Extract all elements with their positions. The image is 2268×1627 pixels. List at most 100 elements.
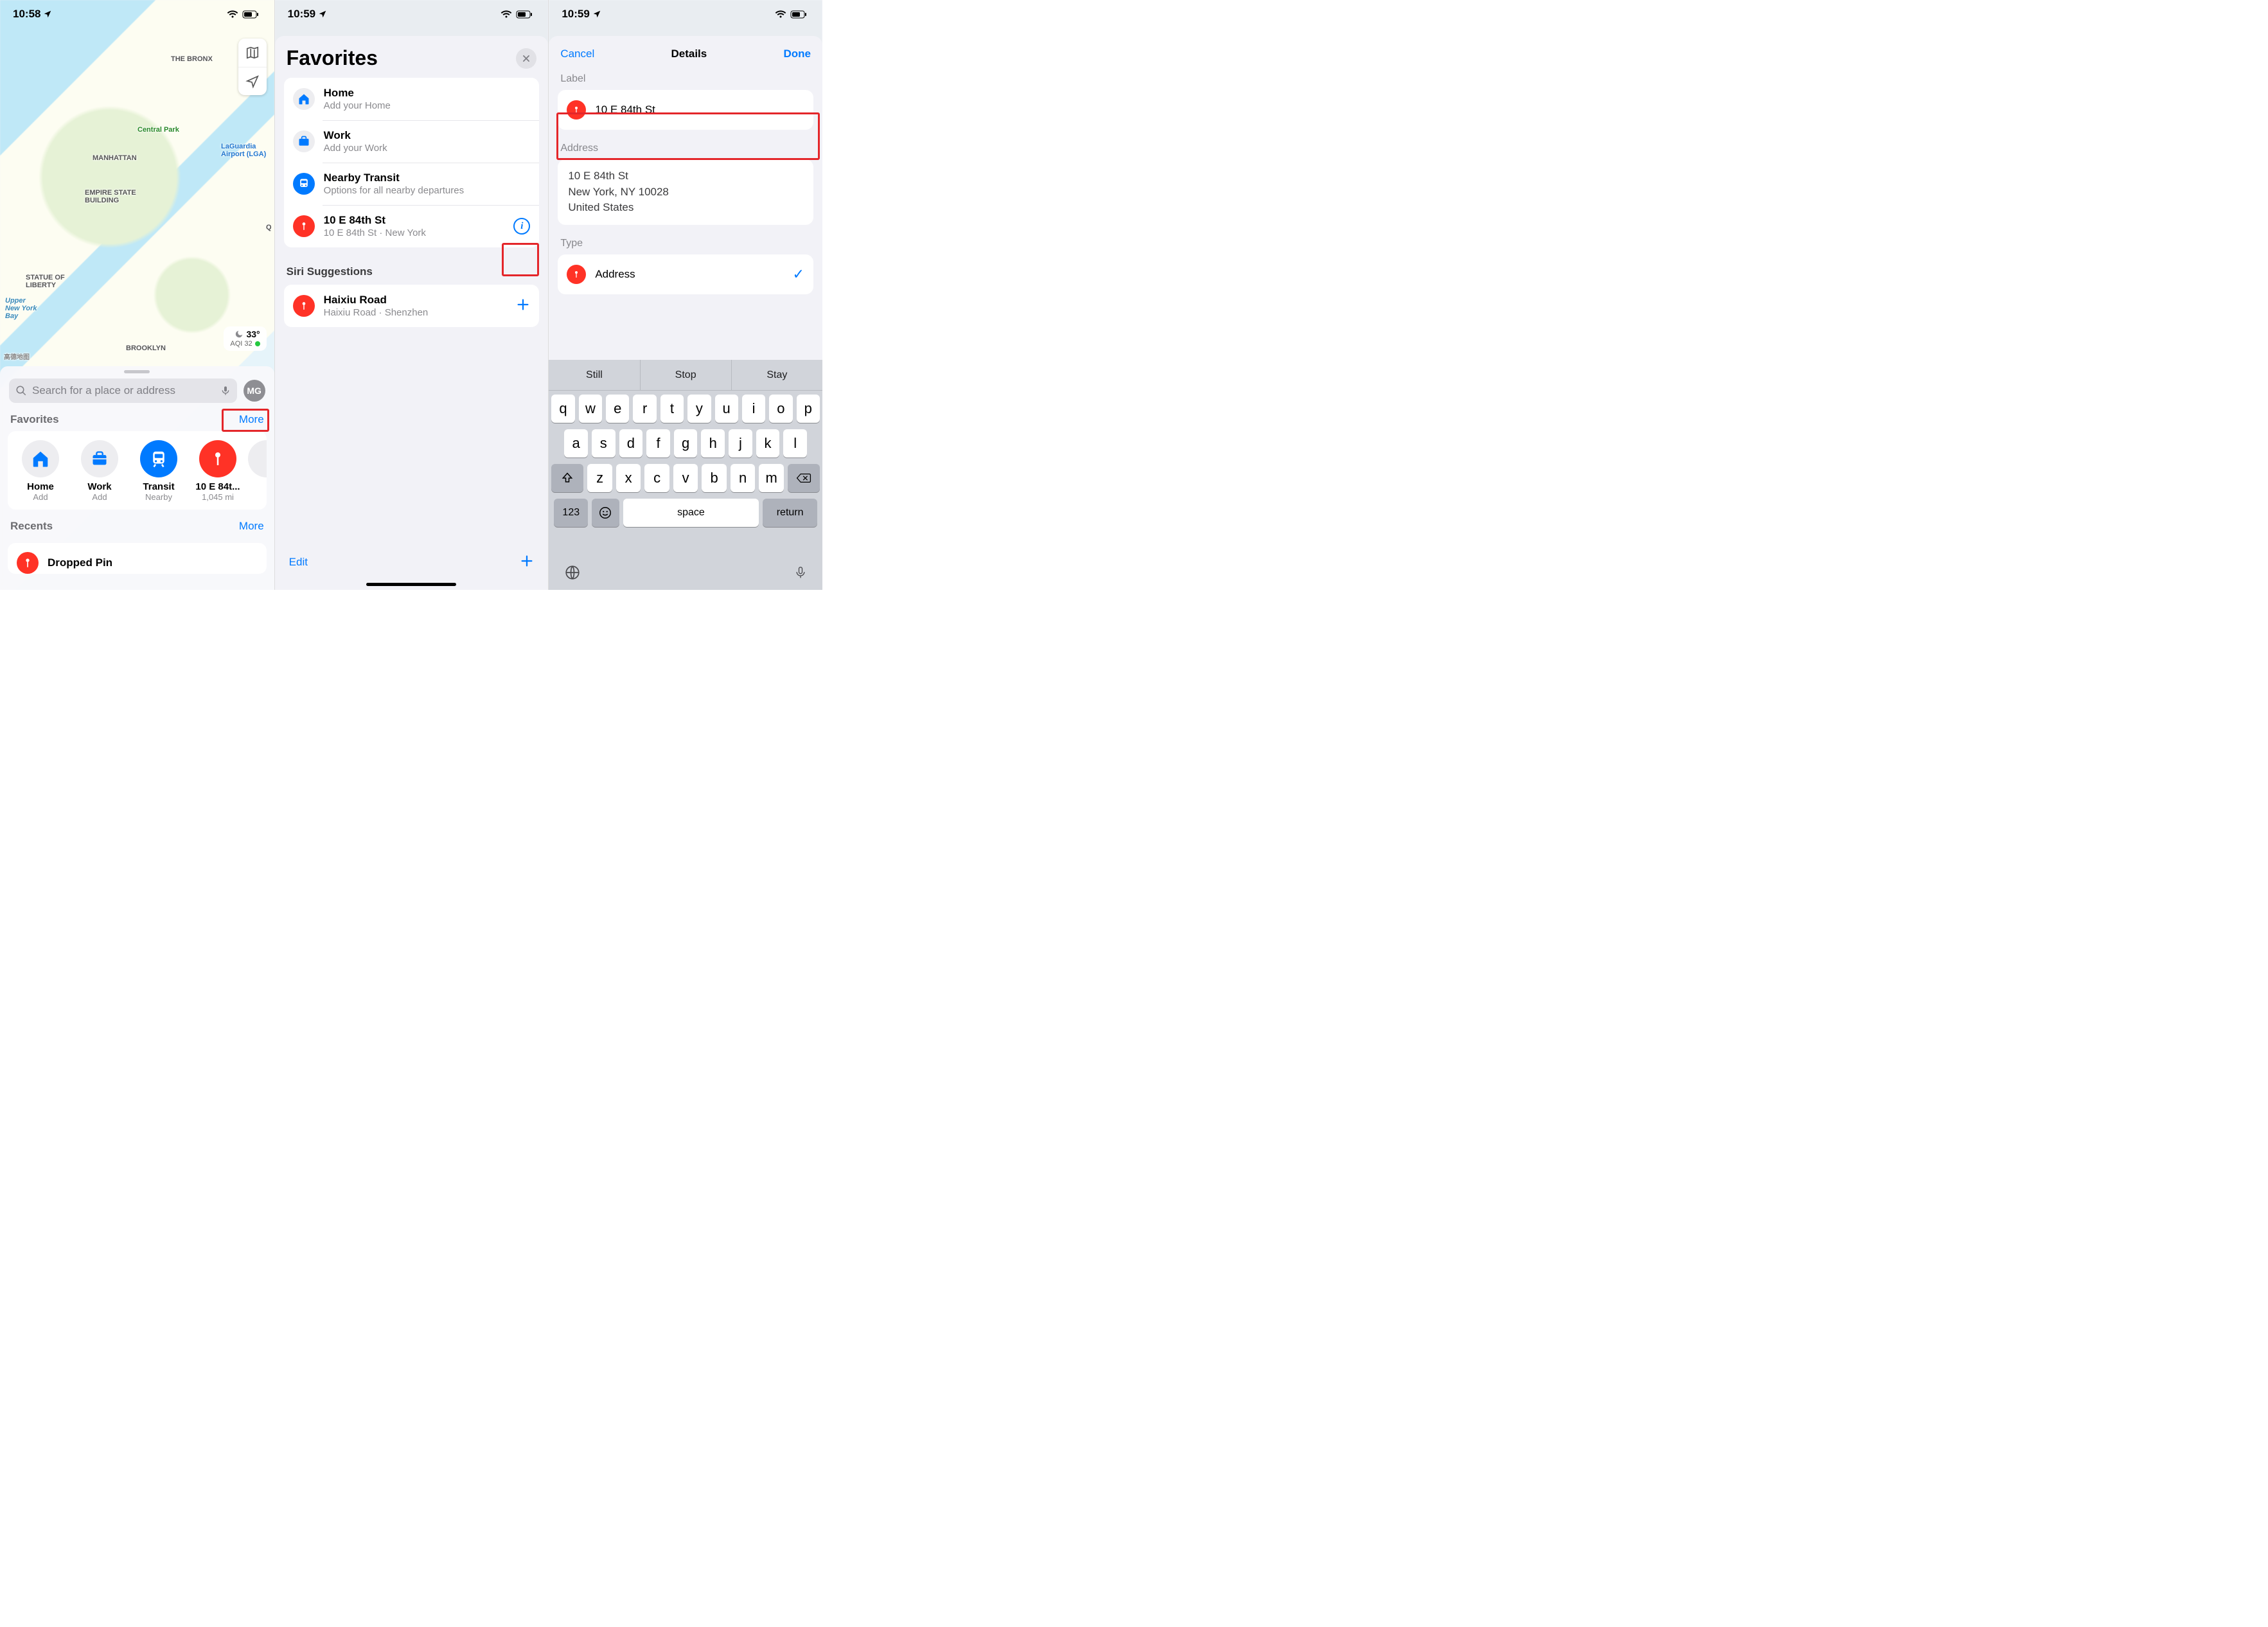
key-r[interactable]: r <box>633 395 656 423</box>
key-e[interactable]: e <box>606 395 629 423</box>
favorite-address[interactable]: 10 E 84t... 1,045 mi <box>189 440 247 502</box>
key-a[interactable]: a <box>564 429 588 458</box>
plus-icon <box>516 298 530 312</box>
pin-icon <box>293 295 315 317</box>
pin-icon <box>210 449 226 468</box>
battery-icon <box>242 10 259 19</box>
map-label-bay: Upper New York Bay <box>5 297 37 320</box>
favorites-header: Favorites More <box>0 403 274 431</box>
done-button[interactable]: Done <box>783 48 811 60</box>
key-l[interactable]: l <box>783 429 807 458</box>
favorites-scroll[interactable]: Home Add Work Add Transit Nearby 10 E 84… <box>8 431 267 510</box>
map-label-queens: Q <box>266 224 272 231</box>
weather-badge[interactable]: 33° AQI 32 <box>224 326 266 351</box>
map-label-brooklyn: BROOKLYN <box>126 344 166 352</box>
key-u[interactable]: u <box>715 395 738 423</box>
key-v[interactable]: v <box>673 464 698 492</box>
keyboard-footer <box>549 558 822 590</box>
row-transit[interactable]: Nearby TransitOptions for all nearby dep… <box>284 163 540 205</box>
key-emoji[interactable] <box>592 499 619 527</box>
cancel-button[interactable]: Cancel <box>560 48 594 60</box>
key-m[interactable]: m <box>759 464 784 492</box>
recents-more-link[interactable]: More <box>239 520 264 533</box>
key-k[interactable]: k <box>756 429 780 458</box>
key-numbers[interactable]: 123 <box>554 499 588 527</box>
key-d[interactable]: d <box>619 429 643 458</box>
bottom-sheet[interactable]: Search for a place or address MG Favorit… <box>0 366 274 590</box>
address-group-header: Address <box>549 130 822 159</box>
add-button[interactable] <box>516 298 530 315</box>
key-q[interactable]: q <box>551 395 574 423</box>
row-home[interactable]: HomeAdd your Home <box>284 78 540 120</box>
shift-icon <box>561 472 574 485</box>
key-return[interactable]: return <box>763 499 817 527</box>
profile-avatar[interactable]: MG <box>244 380 265 402</box>
key-f[interactable]: f <box>646 429 670 458</box>
key-s[interactable]: s <box>592 429 616 458</box>
keyboard-row-4: 123 space return <box>551 499 820 527</box>
status-time: 10:59 <box>288 8 327 21</box>
favorite-work[interactable]: Work Add <box>71 440 128 502</box>
key-t[interactable]: t <box>660 395 684 423</box>
favorite-more[interactable] <box>248 440 267 502</box>
map-label-bronx: THE BRONX <box>171 55 213 63</box>
key-x[interactable]: x <box>616 464 641 492</box>
map-mode-button[interactable] <box>238 39 267 67</box>
mic-icon[interactable] <box>220 384 231 397</box>
nav-bar: Cancel Details Done <box>549 36 822 60</box>
edit-button[interactable]: Edit <box>289 556 308 569</box>
key-n[interactable]: n <box>731 464 756 492</box>
suggestion[interactable]: Stop <box>640 360 731 390</box>
briefcase-icon <box>91 450 109 468</box>
key-y[interactable]: y <box>687 395 711 423</box>
key-i[interactable]: i <box>742 395 765 423</box>
suggestion[interactable]: Still <box>549 360 639 390</box>
locate-me-button[interactable] <box>238 67 267 95</box>
favorites-more-link[interactable]: More <box>239 413 264 426</box>
key-w[interactable]: w <box>579 395 602 423</box>
close-button[interactable] <box>516 48 536 69</box>
search-input[interactable]: Search for a place or address <box>9 378 237 403</box>
key-p[interactable]: p <box>797 395 820 423</box>
key-j[interactable]: j <box>729 429 752 458</box>
key-g[interactable]: g <box>674 429 698 458</box>
row-address[interactable]: 10 E 84th St10 E 84th St · New York i <box>284 205 540 247</box>
siri-row[interactable]: Haixiu RoadHaixiu Road · Shenzhen <box>284 285 540 327</box>
grabber-handle[interactable] <box>124 370 150 373</box>
transit-icon <box>149 449 168 468</box>
favorites-modal: Favorites HomeAdd your Home WorkAdd your… <box>275 36 549 590</box>
key-space[interactable]: space <box>623 499 759 527</box>
search-placeholder: Search for a place or address <box>32 384 215 397</box>
address-card[interactable]: 10 E 84th St New York, NY 10028 United S… <box>558 159 813 225</box>
location-arrow-icon <box>592 10 601 19</box>
favorite-transit[interactable]: Transit Nearby <box>130 440 188 502</box>
favorites-list: HomeAdd your Home WorkAdd your Work Near… <box>284 78 540 247</box>
add-favorite-button[interactable] <box>520 554 534 571</box>
moon-icon <box>235 330 244 339</box>
key-z[interactable]: z <box>587 464 612 492</box>
key-b[interactable]: b <box>702 464 727 492</box>
favorite-home[interactable]: Home Add <box>12 440 69 502</box>
globe-button[interactable] <box>564 564 581 584</box>
suggestion[interactable]: Stay <box>731 360 822 390</box>
transit-icon <box>293 173 315 195</box>
map-icon <box>245 46 260 60</box>
key-h[interactable]: h <box>701 429 725 458</box>
dictate-button[interactable] <box>794 564 807 584</box>
info-button[interactable]: i <box>513 218 530 235</box>
status-icons <box>227 10 259 19</box>
home-indicator[interactable] <box>366 583 456 586</box>
key-c[interactable]: c <box>644 464 669 492</box>
recent-item[interactable]: Dropped Pin <box>8 543 267 574</box>
location-arrow-icon <box>43 10 52 19</box>
key-o[interactable]: o <box>769 395 792 423</box>
label-group-header: Label <box>549 60 822 90</box>
type-value: Address <box>595 268 635 281</box>
row-work[interactable]: WorkAdd your Work <box>284 120 540 163</box>
map-label-central-park: Central Park <box>137 126 179 134</box>
key-shift[interactable] <box>551 464 583 492</box>
map-controls <box>238 39 267 95</box>
type-row[interactable]: Address ✓ <box>558 254 813 294</box>
key-backspace[interactable] <box>788 464 820 492</box>
label-field[interactable]: 10 E 84th St <box>558 90 813 130</box>
